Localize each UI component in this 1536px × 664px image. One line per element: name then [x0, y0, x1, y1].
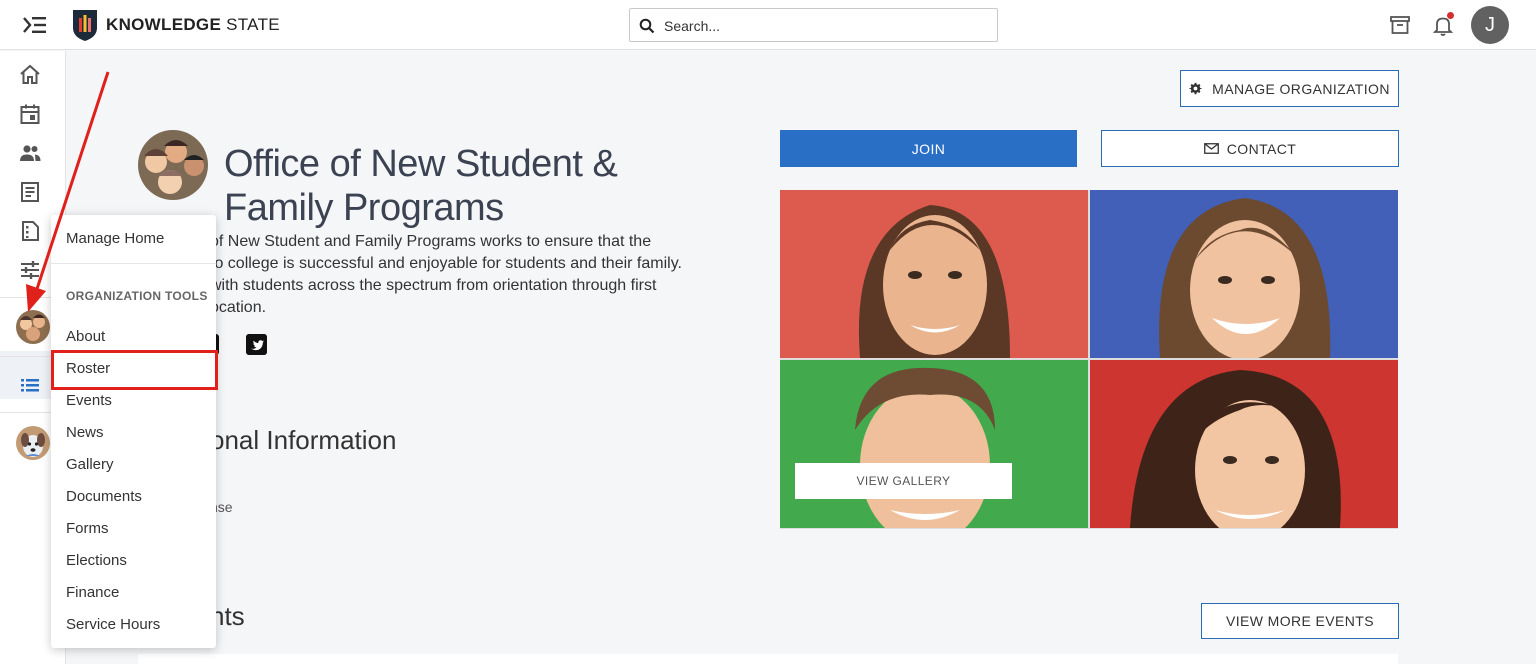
form-icon[interactable] — [18, 219, 42, 243]
twitter-icon[interactable] — [246, 334, 267, 355]
menu-item-gallery[interactable]: Gallery — [66, 456, 114, 473]
description-line: to college is successful and enjoyable f… — [210, 255, 682, 272]
view-more-events-label: VIEW MORE EVENTS — [1226, 613, 1374, 629]
menu-item-events[interactable]: Events — [66, 392, 112, 409]
organization-tools-menu: Manage Home ORGANIZATION TOOLS About Ros… — [51, 215, 216, 648]
events-card — [138, 654, 1398, 664]
search-box[interactable] — [629, 8, 998, 42]
search-input[interactable] — [664, 15, 984, 37]
menu-separator — [51, 263, 216, 264]
gallery-photo — [1090, 190, 1398, 358]
roster-highlight-box — [51, 350, 218, 390]
menu-item-manage-home[interactable]: Manage Home — [66, 230, 164, 247]
user-avatar[interactable]: J — [1471, 6, 1509, 44]
menu-section-title: ORGANIZATION TOOLS — [66, 289, 208, 303]
menu-item-forms[interactable]: Forms — [66, 520, 109, 537]
dog-avatar-rail[interactable] — [16, 426, 50, 460]
manage-organization-button[interactable]: MANAGE ORGANIZATION — [1180, 70, 1399, 107]
groups-icon[interactable] — [18, 141, 42, 165]
join-button[interactable]: JOIN — [780, 130, 1077, 167]
sliders-icon[interactable] — [18, 258, 42, 282]
brand-name: KNOWLEDGE STATE — [106, 15, 280, 34]
menu-item-documents[interactable]: Documents — [66, 488, 142, 505]
mail-icon — [1203, 143, 1219, 154]
contact-label: CONTACT — [1226, 140, 1297, 157]
menu-item-elections[interactable]: Elections — [66, 552, 127, 569]
organization-avatar — [138, 130, 208, 200]
menu-toggle-icon[interactable] — [22, 14, 48, 36]
search-icon — [639, 18, 655, 34]
list-icon[interactable] — [18, 373, 42, 397]
view-more-events-button[interactable]: VIEW MORE EVENTS — [1201, 603, 1399, 639]
description-line: of New Student and Family Programs works… — [210, 233, 652, 250]
shield-logo-icon — [73, 10, 97, 41]
notification-badge — [1447, 12, 1454, 19]
description-line: ocation. — [210, 299, 267, 316]
archive-icon[interactable] — [1388, 13, 1412, 37]
menu-item-finance[interactable]: Finance — [66, 584, 119, 601]
menu-item-news[interactable]: News — [66, 424, 104, 441]
gallery-photo — [1090, 360, 1398, 528]
gear-icon — [1189, 82, 1202, 95]
join-label: JOIN — [911, 140, 946, 157]
menu-item-about[interactable]: About — [66, 328, 105, 345]
top-bar: KNOWLEDGE STATE J — [0, 0, 1536, 50]
calendar-icon[interactable] — [18, 102, 42, 126]
section-heading-info: onal Information — [210, 425, 397, 455]
organization-description: of New Student and Family Programs works… — [210, 231, 730, 319]
organization-avatar-rail[interactable] — [16, 310, 50, 344]
gallery-photo — [780, 360, 1088, 528]
gallery-photo — [780, 190, 1088, 358]
document-list-icon[interactable] — [18, 180, 42, 204]
manage-organization-label: MANAGE ORGANIZATION — [1212, 80, 1390, 97]
organization-title: Office of New Student & Family Programs — [224, 143, 618, 229]
contact-button[interactable]: CONTACT — [1101, 130, 1399, 167]
view-gallery-button[interactable]: VIEW GALLERY — [795, 463, 1012, 499]
brand-logo[interactable]: KNOWLEDGE STATE — [72, 8, 280, 42]
home-icon[interactable] — [18, 63, 42, 87]
menu-item-service-hours[interactable]: Service Hours — [66, 616, 160, 633]
description-line: with students across the spectrum from o… — [210, 277, 657, 294]
